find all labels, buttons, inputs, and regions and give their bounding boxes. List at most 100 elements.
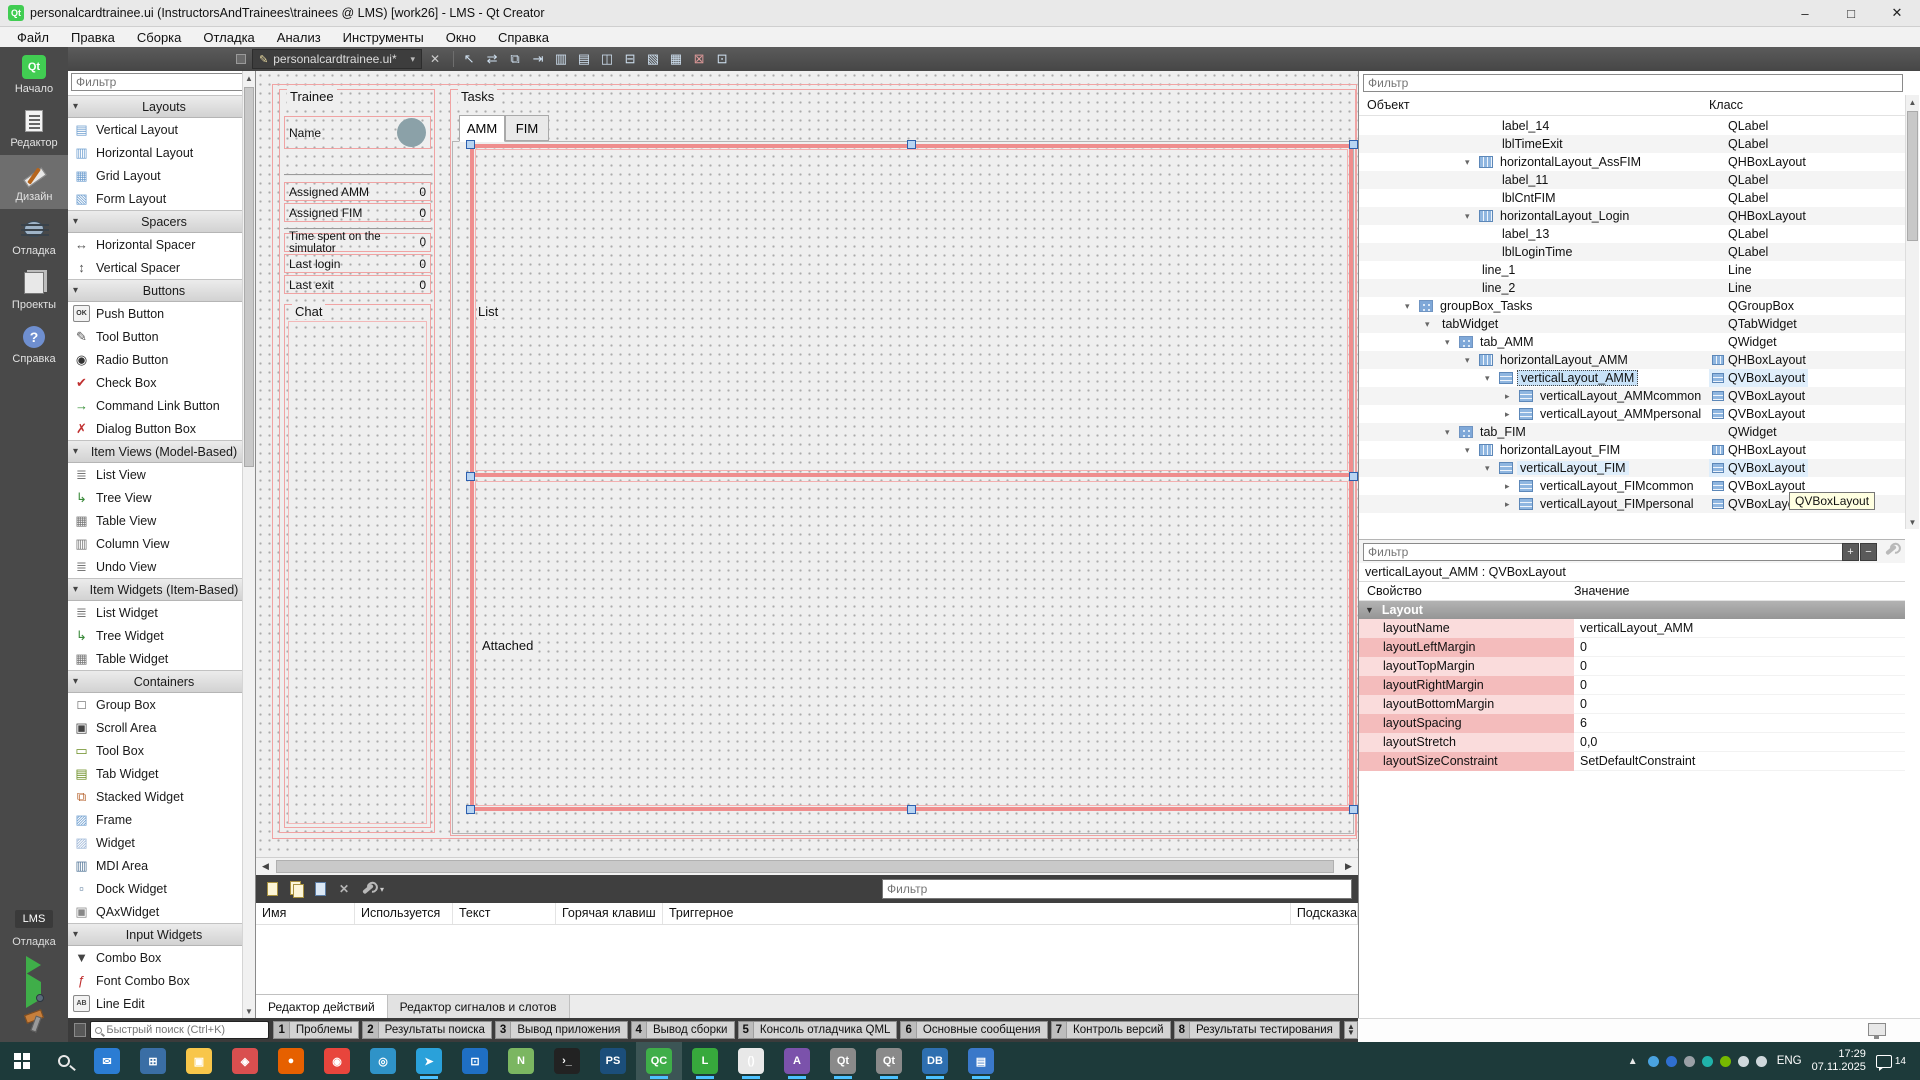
- widget-box-row[interactable]: ▧ Form Layout: [68, 187, 243, 210]
- break-layout-tool[interactable]: ⊠: [689, 49, 709, 69]
- output-pane-button[interactable]: 5 Консоль отладчика QML: [738, 1021, 898, 1039]
- widget-box-row[interactable]: ◉ Radio Button: [68, 348, 243, 371]
- tray-icon-1[interactable]: [1648, 1056, 1659, 1067]
- widget-box-row[interactable]: ▾ Containers: [68, 670, 243, 693]
- splitter-vertical-tool[interactable]: ⊟: [620, 49, 640, 69]
- widget-box-row[interactable]: ▾ Item Views (Model-Based): [68, 440, 243, 463]
- property-row[interactable]: layoutRightMargin 0: [1359, 676, 1905, 695]
- object-tree-row[interactable]: lblTimeExit QLabel: [1359, 135, 1905, 153]
- widget-box-row[interactable]: □ Group Box: [68, 693, 243, 716]
- tab-fim[interactable]: FIM: [505, 115, 549, 141]
- notifications-button[interactable]: 14: [1876, 1055, 1906, 1068]
- grid-layout-tool[interactable]: ▦: [666, 49, 686, 69]
- tree-chevron-icon[interactable]: ▾: [1465, 445, 1479, 456]
- layout-vertical-tool[interactable]: ▤: [574, 49, 594, 69]
- widget-box-row[interactable]: ▦ Grid Layout: [68, 164, 243, 187]
- class-column-header[interactable]: Класс: [1709, 98, 1743, 112]
- widget-box-row[interactable]: ▾ Layouts: [68, 95, 243, 118]
- widget-box-row[interactable]: AB Line Edit: [68, 992, 243, 1015]
- progress-details-toggle-icon[interactable]: [1868, 1023, 1886, 1036]
- widget-box-row[interactable]: ▾ Buttons: [68, 279, 243, 302]
- object-tree-row[interactable]: lblLoginTime QLabel: [1359, 243, 1905, 261]
- widget-box-row[interactable]: ▦ Table Widget: [68, 647, 243, 670]
- mode-editor[interactable]: Редактор: [0, 101, 68, 155]
- widget-box-row[interactable]: ▤ Vertical Layout: [68, 118, 243, 141]
- locator-search-input[interactable]: [106, 1024, 264, 1036]
- widget-box-row[interactable]: ▨ Frame: [68, 808, 243, 831]
- property-row[interactable]: layoutName verticalLayout_AMM: [1359, 619, 1905, 638]
- selection-handle[interactable]: [1349, 472, 1358, 481]
- scrollbar-thumb[interactable]: [276, 860, 1334, 873]
- widget-box-row[interactable]: ▤ Tab Widget: [68, 762, 243, 785]
- mode-projects[interactable]: Проекты: [0, 263, 68, 317]
- output-pane-button[interactable]: 6 Основные сообщения: [900, 1021, 1047, 1039]
- bottom-editor-tab[interactable]: Редактор сигналов и слотов: [388, 995, 570, 1018]
- tree-chevron-icon[interactable]: ▾: [1405, 301, 1419, 312]
- tray-icon-4[interactable]: [1720, 1056, 1731, 1067]
- output-pane-button[interactable]: 4 Вывод сборки: [631, 1021, 735, 1039]
- taskbar-app-panel[interactable]: ▤: [958, 1042, 1004, 1080]
- scroll-left-icon[interactable]: ◀: [257, 859, 274, 874]
- selection-handle[interactable]: [466, 140, 475, 149]
- menu-item[interactable]: Справка: [489, 29, 558, 46]
- widget-box-filter-input[interactable]: [71, 73, 243, 91]
- selection-handle[interactable]: [907, 140, 916, 149]
- kit-selector-project[interactable]: LMS: [15, 910, 54, 928]
- tree-chevron-icon[interactable]: ▾: [1465, 355, 1479, 366]
- layout-horizontal-tool[interactable]: ▥: [551, 49, 571, 69]
- bottom-editor-tab[interactable]: Редактор действий: [256, 994, 388, 1018]
- object-tree-row[interactable]: ▾ tabWidget QTabWidget: [1359, 315, 1905, 333]
- taskbar-app-calculator[interactable]: ⊞: [130, 1042, 176, 1080]
- minimize-button[interactable]: –: [1782, 0, 1828, 26]
- action-column-header[interactable]: Используется: [355, 903, 453, 924]
- taskbar-app-powershell[interactable]: PS: [590, 1042, 636, 1080]
- taskbar-app-store[interactable]: ⊡: [452, 1042, 498, 1080]
- property-row[interactable]: layoutStretch 0,0: [1359, 733, 1905, 752]
- property-value[interactable]: SetDefaultConstraint: [1574, 752, 1905, 771]
- scroll-down-icon[interactable]: ▼: [1906, 515, 1919, 529]
- edit-widgets-tool[interactable]: ↖: [459, 49, 479, 69]
- taskbar-app-mail[interactable]: ✉: [84, 1042, 130, 1080]
- property-column-header[interactable]: Свойство: [1367, 584, 1422, 598]
- action-editor-filter-input[interactable]: [882, 879, 1352, 899]
- trainee-name-row[interactable]: Name: [284, 116, 431, 149]
- sidebar-toggle-icon[interactable]: [74, 1023, 86, 1037]
- property-row[interactable]: layoutLeftMargin 0: [1359, 638, 1905, 657]
- tree-chevron-icon[interactable]: ▾: [1445, 427, 1459, 438]
- tab-amm[interactable]: AMM: [459, 115, 505, 142]
- menu-item[interactable]: Инструменты: [334, 29, 433, 46]
- property-row[interactable]: layoutSpacing 6: [1359, 714, 1905, 733]
- widget-box-row[interactable]: → Command Link Button: [68, 394, 243, 417]
- copy-action-button[interactable]: [286, 879, 306, 899]
- last-exit-row[interactable]: Last exit0: [284, 275, 431, 294]
- widget-box-row[interactable]: ▣ QAxWidget: [68, 900, 243, 923]
- taskbar-app-chrome[interactable]: ◉: [314, 1042, 360, 1080]
- tree-chevron-icon[interactable]: ▸: [1505, 391, 1519, 402]
- property-row[interactable]: layoutTopMargin 0: [1359, 657, 1905, 676]
- assigned-amm-row[interactable]: Assigned AMM0: [284, 182, 431, 201]
- time-spent-row[interactable]: Time spent on the simulator0: [284, 233, 431, 252]
- widget-box-row[interactable]: ▦ Table View: [68, 509, 243, 532]
- taskbar-app-viewer[interactable]: ◈: [222, 1042, 268, 1080]
- property-row[interactable]: layoutBottomMargin 0: [1359, 695, 1905, 714]
- widget-box-row[interactable]: ≣ List Widget: [68, 601, 243, 624]
- object-tree-row[interactable]: ▸ verticalLayout_AMMpersonal QVBoxLayout: [1359, 405, 1905, 423]
- property-filter-input[interactable]: [1363, 543, 1851, 561]
- taskbar-app-qt-tool-2[interactable]: Qt: [866, 1042, 912, 1080]
- close-document-button[interactable]: ✕: [422, 52, 448, 66]
- output-pane-button[interactable]: 1 Проблемы: [273, 1021, 359, 1039]
- menu-item[interactable]: Файл: [8, 29, 58, 46]
- tray-icon-bluetooth[interactable]: [1666, 1056, 1677, 1067]
- menu-item[interactable]: Окно: [437, 29, 485, 46]
- object-tree-row[interactable]: lblCntFIM QLabel: [1359, 189, 1905, 207]
- close-button[interactable]: ✕: [1874, 0, 1920, 26]
- edit-buddies-tool[interactable]: ⧉: [505, 49, 525, 69]
- taskbar-app-tool-2[interactable]: A: [774, 1042, 820, 1080]
- tray-chevron-icon[interactable]: ▲: [1628, 1056, 1638, 1067]
- widget-box-row[interactable]: ƒ Font Combo Box: [68, 969, 243, 992]
- object-tree-row[interactable]: label_13 QLabel: [1359, 225, 1905, 243]
- start-button[interactable]: [0, 1042, 44, 1080]
- selection-handle[interactable]: [466, 805, 475, 814]
- tray-icon-2[interactable]: [1684, 1056, 1695, 1067]
- scroll-up-icon[interactable]: ▲: [1906, 95, 1919, 109]
